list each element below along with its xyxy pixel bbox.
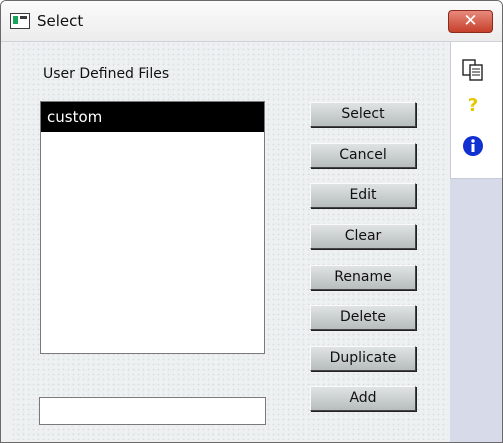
files-listbox[interactable]: custom <box>40 101 265 354</box>
rename-button[interactable]: Rename <box>310 265 416 290</box>
edit-button[interactable]: Edit <box>310 183 416 208</box>
help-icon[interactable]: ? <box>461 94 485 118</box>
close-button[interactable]: ✕ <box>448 10 493 33</box>
side-toolbar-icons: ? <box>450 42 502 179</box>
add-button[interactable]: Add <box>310 386 416 411</box>
list-item-custom[interactable]: custom <box>41 102 264 132</box>
side-toolbar: ? <box>450 42 502 442</box>
select-dialog: Select ✕ User Defined Files custom Selec… <box>0 0 503 443</box>
app-icon <box>10 13 30 29</box>
file-name-input[interactable] <box>39 397 266 425</box>
select-button[interactable]: Select <box>310 102 416 127</box>
cancel-button[interactable]: Cancel <box>310 143 416 168</box>
duplicate-button[interactable]: Duplicate <box>310 346 416 371</box>
user-defined-files-label: User Defined Files <box>43 66 170 82</box>
window-title: Select <box>37 12 84 30</box>
title-bar[interactable]: Select ✕ <box>1 1 502 42</box>
clear-button[interactable]: Clear <box>310 224 416 249</box>
copy-pages-icon[interactable] <box>461 58 485 82</box>
delete-button[interactable]: Delete <box>310 305 416 330</box>
info-icon[interactable] <box>461 134 485 158</box>
